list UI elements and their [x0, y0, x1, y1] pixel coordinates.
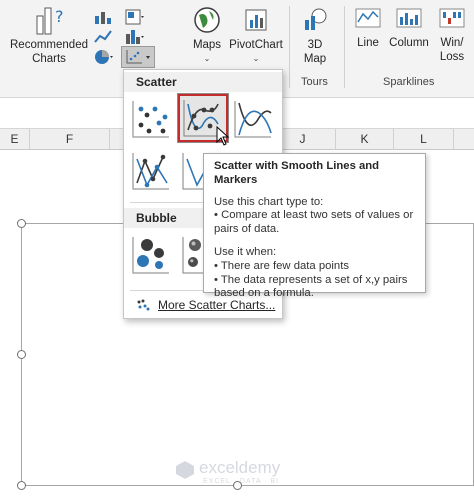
scatter-smooth-lines-option[interactable]: [230, 96, 276, 142]
sparkline-line-label: Line: [357, 37, 379, 49]
recommended-charts-icon: ?: [36, 7, 64, 35]
3d-map-icon: [305, 8, 327, 30]
scatter-straight-markers-icon: [132, 153, 169, 190]
pivotchart-icon: [245, 9, 267, 31]
exceldemy-logo-icon: [176, 461, 194, 479]
tooltip-bullet-xy-pairs-cont: based on a formula.: [214, 287, 314, 300]
chevron-down-icon: ⌄: [252, 54, 260, 63]
scatter-chart-icon: [126, 50, 150, 64]
tooltip-when: Use it when:: [214, 245, 277, 258]
pivotchart-label: PivotChart: [229, 39, 283, 51]
scatter-markers-only-option[interactable]: [128, 96, 174, 142]
maps-button[interactable]: Maps ⌄: [188, 6, 226, 66]
sparkline-line-button[interactable]: Line: [350, 6, 386, 56]
sparklines-group-label: Sparklines: [383, 76, 435, 88]
bubble-option[interactable]: [128, 232, 174, 278]
resize-handle[interactable]: [17, 481, 26, 490]
chevron-down-icon: ⌄: [203, 54, 211, 63]
ribbon-separator: [344, 6, 345, 88]
recommended-charts-label-2: Charts: [32, 53, 66, 65]
tooltip-intro: Use this chart type to:: [214, 195, 324, 208]
column-header-f[interactable]: F: [30, 129, 110, 150]
scatter-chart-button[interactable]: [121, 46, 155, 68]
sparkline-line-icon: [355, 8, 381, 28]
sparkline-winloss-label-1: Win/: [440, 37, 464, 49]
scatter-straight-lines-markers-option[interactable]: [128, 148, 174, 194]
scatter-smooth-lines-icon: [234, 101, 272, 138]
resize-handle[interactable]: [17, 350, 26, 359]
scatter-heading: Scatter: [124, 72, 282, 92]
3d-map-label-2: Map: [303, 53, 327, 65]
3d-map-button[interactable]: 3D Map: [296, 6, 334, 66]
tooltip-bullet-compare-cont: pairs of data.: [214, 223, 280, 236]
watermark-name: exceldemy: [199, 458, 281, 477]
more-charts-icon: [137, 299, 150, 311]
exceldemy-watermark: exceldemy EXCEL · DATA · BI: [175, 458, 325, 488]
globe-icon: [194, 7, 220, 33]
mouse-pointer-icon: [216, 126, 230, 146]
tooltip-bullet-compare: • Compare at least two sets of values or: [214, 209, 414, 222]
statistic-chart-icon[interactable]: [124, 28, 146, 46]
3d-map-label-1: 3D: [307, 39, 323, 51]
tooltip-bullet-few-points: • There are few data points: [214, 259, 349, 272]
resize-handle[interactable]: [17, 219, 26, 228]
hierarchy-chart-icon[interactable]: [124, 8, 146, 26]
column-header-l[interactable]: L: [394, 129, 454, 150]
line-chart-icon[interactable]: [93, 28, 115, 46]
column-chart-icon[interactable]: [93, 8, 115, 26]
tours-group-label: Tours: [301, 76, 328, 88]
sparkline-column-icon: [396, 8, 422, 28]
recommended-charts-button[interactable]: ? Recommended Charts: [6, 4, 92, 68]
pivotchart-button[interactable]: PivotChart ⌄: [226, 6, 286, 66]
sparkline-winloss-button[interactable]: Win/ Loss: [434, 6, 470, 70]
maps-label: Maps: [192, 39, 222, 51]
sparkline-winloss-label-2: Loss: [439, 51, 465, 63]
sparkline-column-button[interactable]: Column: [386, 6, 432, 56]
sparkline-column-label: Column: [389, 37, 429, 49]
svg-text:?: ?: [55, 7, 64, 26]
ribbon-separator: [289, 6, 290, 88]
sparkline-winloss-icon: [439, 8, 465, 28]
column-header-e[interactable]: E: [0, 129, 30, 150]
recommended-charts-label-1: Recommended: [10, 39, 88, 51]
column-header-k[interactable]: K: [336, 129, 394, 150]
tooltip-bullet-xy-pairs: • The data represents a set of x,y pairs: [214, 273, 408, 286]
scatter-markers-icon: [132, 101, 169, 138]
bubble-chart-icon: [132, 237, 169, 274]
chart-type-tooltip: Scatter with Smooth Lines and Markers Us…: [203, 153, 426, 299]
watermark-tagline: EXCEL · DATA · BI: [203, 478, 279, 485]
tooltip-title: Scatter with Smooth Lines and Markers: [214, 160, 380, 186]
pie-chart-icon[interactable]: [93, 48, 115, 66]
